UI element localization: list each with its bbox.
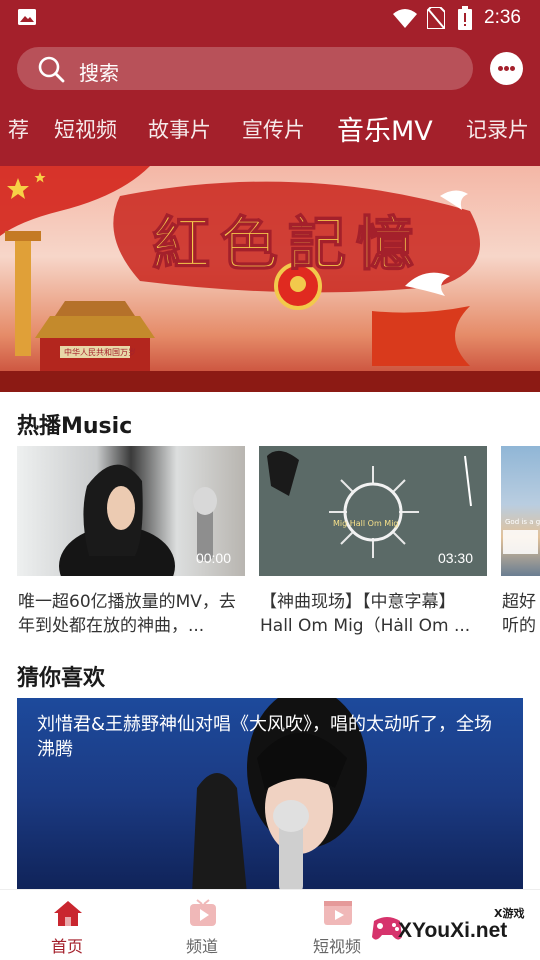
nav-home-label: 首页 [50, 937, 83, 956]
tab-story-film[interactable]: 故事片 [148, 114, 211, 144]
search-placeholder: 搜索 [79, 61, 119, 85]
search-box[interactable]: 搜索 [17, 47, 473, 90]
video-duration: 00:00 [195, 550, 231, 566]
banner[interactable]: 中华人民共和国万岁 紅色記憶 [0, 166, 540, 392]
video-title: 唯一超60亿播放量的MV，去年到处都在放的神曲，... [18, 592, 236, 636]
watermark-text: XYouXi.net [398, 919, 508, 942]
recommend-title: 猜你喜欢 [17, 666, 106, 691]
picture-notification-icon [18, 9, 36, 25]
video-title: 【神曲现场】【中意字幕】Hall Om Mig（Hȧll Om ... [260, 592, 471, 636]
message-icon-dot [504, 66, 509, 71]
video-thumbnail: 00:00 [17, 446, 245, 576]
video-icon [324, 901, 352, 925]
video-duration: 03:30 [437, 550, 473, 566]
no-sim-icon [427, 7, 445, 29]
tab-documentary[interactable]: 记录片 [466, 114, 529, 144]
wifi-icon [393, 9, 417, 28]
hot-music-title: 热播Music [17, 414, 133, 439]
thumbnail-text: God is a girl [505, 518, 540, 526]
tab-recommend[interactable]: 荐 [8, 114, 29, 144]
message-button[interactable] [490, 52, 523, 85]
tab-promo-film[interactable]: 宣传片 [242, 114, 305, 144]
watermark-small-text: X游戏 [494, 907, 525, 920]
banner-sign-text: 中华人民共和国万岁 [64, 347, 136, 357]
video-thumbnail: Mig Hall Om Mig 03:30 [259, 446, 487, 576]
channel-icon [190, 899, 216, 926]
app-screen: 2:36 搜索 荐 短视频 故事片 宣传片 音乐MV 记录片 中华人民共和国万岁… [0, 0, 540, 960]
sky-thumbnail: God is a girl [503, 518, 540, 554]
bottom-nav: 首页 频道 短视频 XYouXi.net X游戏 [0, 889, 540, 960]
search-icon [38, 56, 65, 83]
status-time: 2:36 [484, 7, 521, 28]
recommend-video-card[interactable]: 刘惜君&王赫野神仙对唱《大风吹》，唱的太动听了，全场沸腾 [17, 698, 523, 894]
status-bar: 2:36 [0, 0, 540, 36]
video-card[interactable]: Mig Hall Om Mig 03:30 【神曲现场】【中意字幕】Hall O… [259, 446, 487, 642]
banner-image: 中华人民共和国万岁 紅色記憶 [0, 166, 540, 392]
tab-music-mv[interactable]: 音乐MV [337, 109, 433, 148]
home-icon [54, 901, 82, 926]
message-icon-dot [498, 66, 503, 71]
video-card[interactable]: God is a girl 超好听的 girl [501, 446, 540, 642]
nav-channel-label: 频道 [185, 937, 218, 956]
watermark-logo: XYouXi.net X游戏 [370, 899, 538, 955]
battery-icon [458, 6, 472, 30]
banner-title: 紅色記憶 [152, 210, 424, 278]
video-card[interactable]: 00:00 唯一超60亿播放量的MV，去年到处都在放的神曲，... [17, 446, 245, 642]
tab-short-video[interactable]: 短视频 [54, 114, 117, 144]
thumbnail-text: Mig Hall Om Mig [333, 519, 399, 528]
video-title: 超好听的 girl [502, 592, 536, 636]
nav-channel[interactable]: 频道 [152, 890, 252, 960]
header: 搜索 荐 短视频 故事片 宣传片 音乐MV 记录片 [0, 36, 540, 166]
video-thumbnail: God is a girl [501, 446, 540, 576]
message-icon-dot [510, 66, 515, 71]
nav-home[interactable]: 首页 [17, 890, 117, 960]
category-tabs: 荐 短视频 故事片 宣传片 音乐MV 记录片 [0, 98, 540, 162]
recommend-video-caption: 刘惜君&王赫野神仙对唱《大风吹》，唱的太动听了，全场沸腾 [37, 714, 493, 760]
